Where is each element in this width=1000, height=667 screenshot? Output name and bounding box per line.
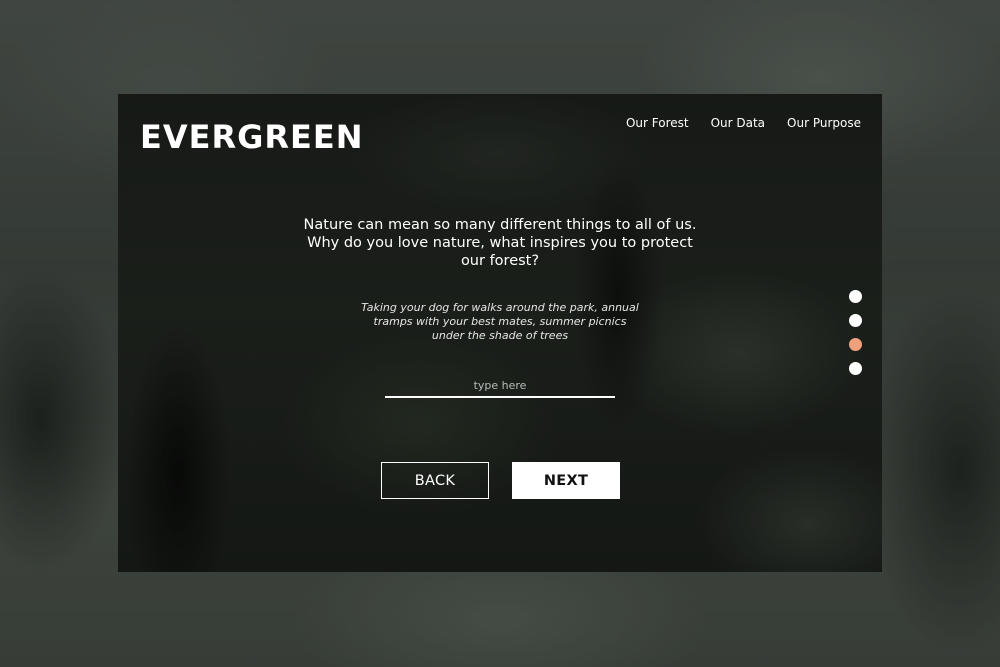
hint-line-3: under the shade of trees: [431, 329, 569, 342]
step-pagination: [849, 290, 862, 375]
pagination-dot-4[interactable]: [849, 362, 862, 375]
nav-our-data[interactable]: Our Data: [711, 116, 765, 130]
next-button[interactable]: NEXT: [512, 462, 620, 499]
pagination-dot-1[interactable]: [849, 290, 862, 303]
question-line-1: Nature can mean so many different things…: [303, 217, 697, 233]
nav-our-purpose[interactable]: Our Purpose: [787, 116, 861, 130]
question-line-2: Why do you love nature, what inspires yo…: [307, 235, 693, 251]
hint-text: Taking your dog for walks around the par…: [340, 301, 660, 343]
back-button[interactable]: BACK: [381, 462, 489, 499]
survey-panel: EVERGREEN Our Forest Our Data Our Purpos…: [118, 94, 882, 572]
pagination-dot-2[interactable]: [849, 314, 862, 327]
answer-input[interactable]: [385, 374, 615, 398]
question-text: Nature can mean so many different things…: [290, 216, 710, 270]
nav-our-forest[interactable]: Our Forest: [626, 116, 689, 130]
question-line-3: our forest?: [460, 253, 540, 269]
brand-logo[interactable]: EVERGREEN: [140, 117, 364, 157]
hint-line-1: Taking your dog for walks around the par…: [361, 301, 639, 314]
pagination-dot-3[interactable]: [849, 338, 862, 351]
hint-line-2: tramps with your best mates, summer picn…: [373, 315, 627, 328]
top-nav: Our Forest Our Data Our Purpose: [626, 116, 861, 130]
